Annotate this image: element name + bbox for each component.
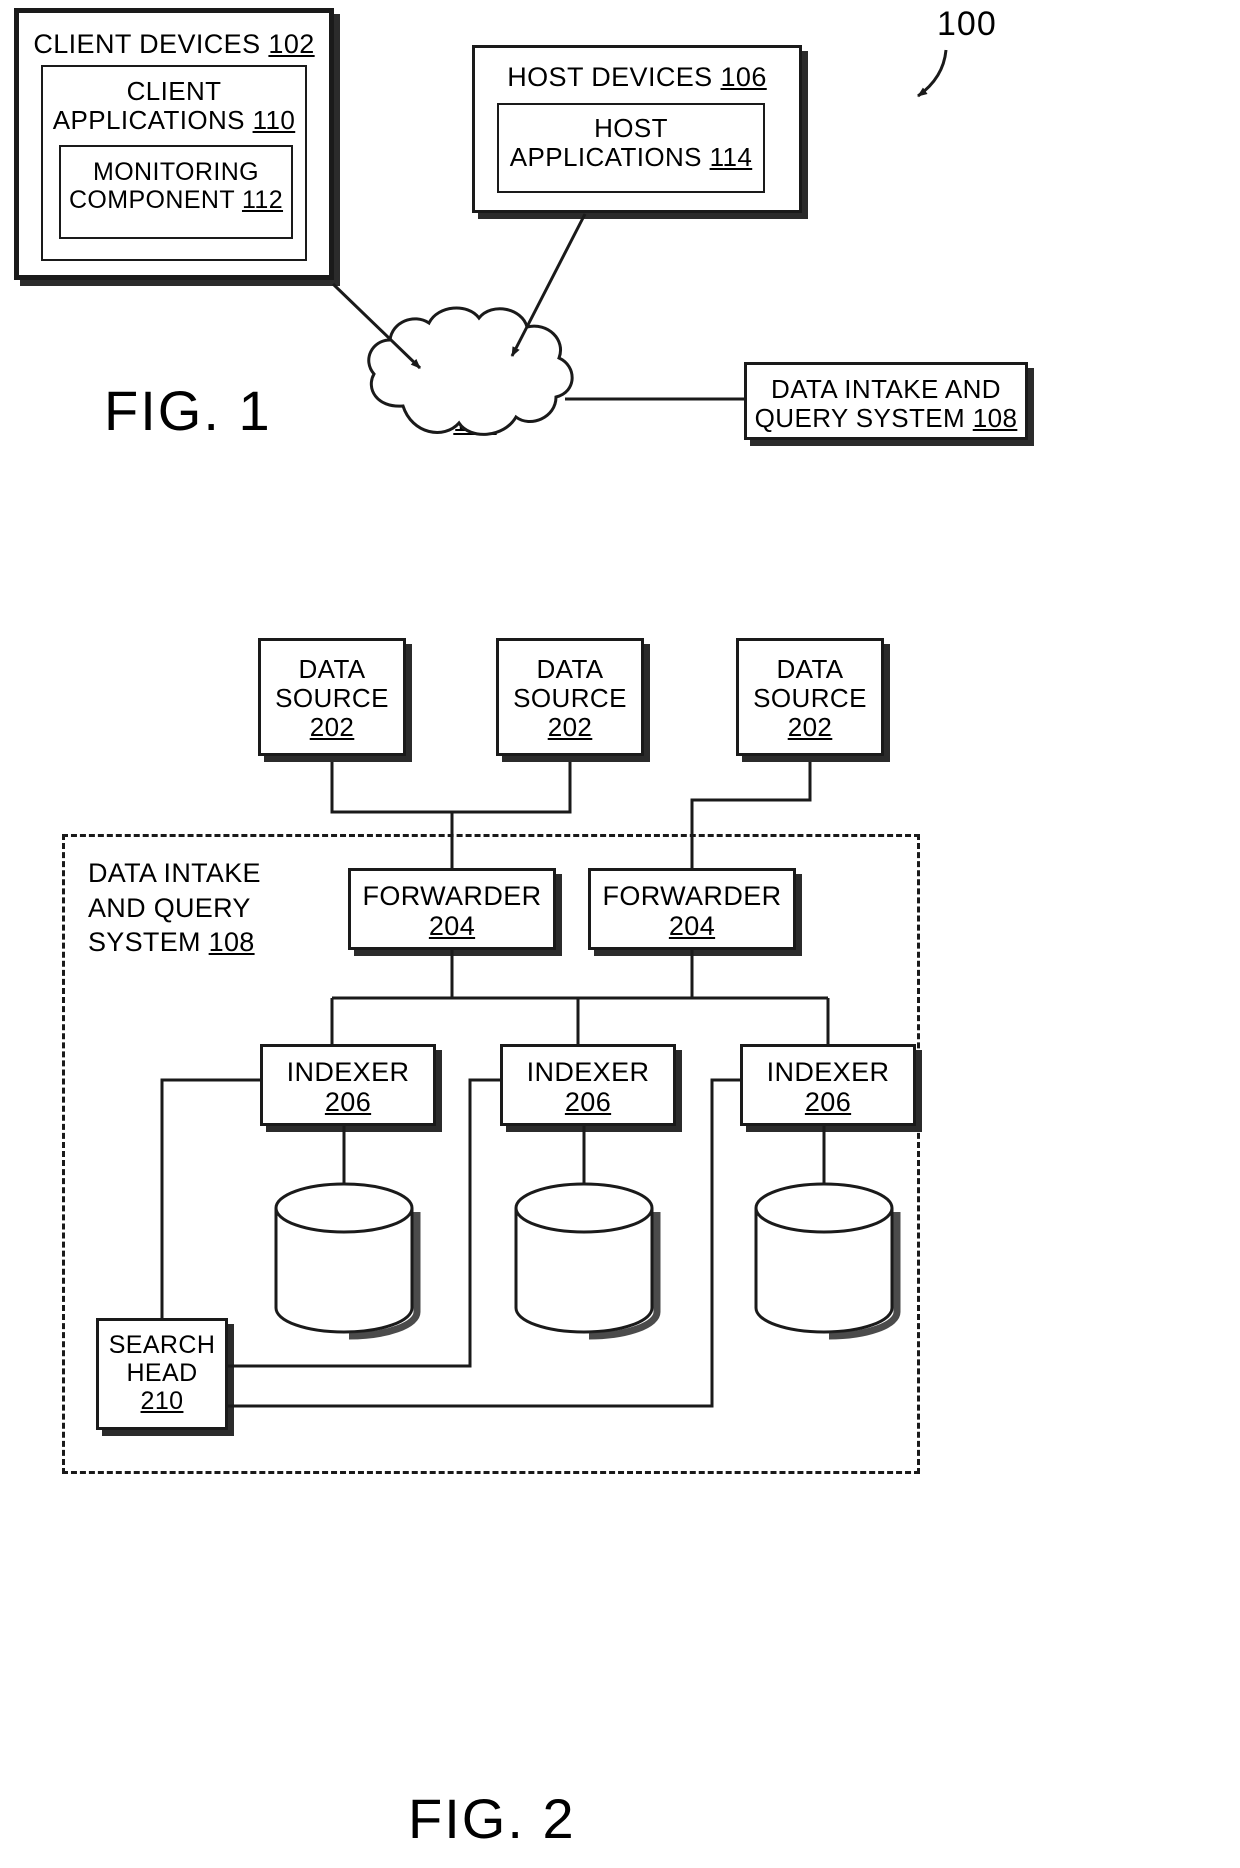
indexer-title: INDEXER xyxy=(526,1057,650,1087)
figure-100-reference: 100 xyxy=(937,5,997,43)
data-source-label: DATA SOURCE 202 xyxy=(739,654,881,743)
host-devices-title-text: HOST DEVICES xyxy=(507,62,713,92)
indexer-title: INDEXER xyxy=(766,1057,890,1087)
dq-line2: QUERY SYSTEM xyxy=(754,403,966,434)
search-head-box: SEARCH HEAD 210 xyxy=(96,1318,228,1430)
data-store-line1: DATA xyxy=(312,1218,376,1246)
networks-title: NETWORKS xyxy=(399,377,551,407)
client-applications-line2: APPLICATIONS xyxy=(52,105,245,136)
data-source-line2: SOURCE xyxy=(753,683,867,714)
host-applications-box: HOST APPLICATIONS 114 xyxy=(497,103,765,193)
data-store-label: DATA STORE 208 xyxy=(516,1218,652,1307)
client-applications-title: CLIENT APPLICATIONS 110 xyxy=(43,76,305,136)
indexer-title: INDEXER xyxy=(286,1057,410,1087)
data-source-line2: SOURCE xyxy=(513,683,627,714)
data-source-box: DATA SOURCE 202 xyxy=(496,638,644,756)
data-source-line1: DATA xyxy=(776,654,844,684)
search-head-line2: HEAD xyxy=(126,1359,198,1387)
client-applications-line1: CLIENT xyxy=(126,76,222,106)
sys-line1: DATA INTAKE xyxy=(88,858,261,888)
monitoring-component-line1: MONITORING xyxy=(92,158,260,186)
dq-line1: DATA INTAKE AND xyxy=(771,374,1001,404)
indexer-box: INDEXER 206 xyxy=(260,1044,436,1126)
indexer-number: 206 xyxy=(564,1087,612,1118)
indexer-label: INDEXER 206 xyxy=(743,1057,913,1117)
sys-line3: SYSTEM xyxy=(88,927,201,958)
data-store-line2: STORE xyxy=(781,1247,867,1276)
dq-number: 108 xyxy=(972,403,1018,434)
indexer-number: 206 xyxy=(324,1087,372,1118)
networks-cloud: NETWORKS 104 xyxy=(360,330,590,490)
search-head-label: SEARCH HEAD 210 xyxy=(99,1331,225,1415)
monitoring-component-line2: COMPONENT xyxy=(68,186,235,214)
data-source-box: DATA SOURCE 202 xyxy=(258,638,406,756)
sys-number: 108 xyxy=(208,927,255,958)
forwarder-box: FORWARDER 204 xyxy=(348,868,556,950)
forwarder-number: 204 xyxy=(668,911,716,942)
data-store-cylinder: DATA STORE 208 xyxy=(756,1186,892,1326)
indexer-label: INDEXER 206 xyxy=(503,1057,673,1117)
data-source-number: 202 xyxy=(309,712,355,743)
forwarder-label: FORWARDER 204 xyxy=(591,881,793,941)
data-source-line1: DATA xyxy=(298,654,366,684)
data-source-box: DATA SOURCE 202 xyxy=(736,638,884,756)
system-boundary-label: DATA INTAKE AND QUERY SYSTEM 108 xyxy=(88,856,318,960)
indexer-number: 206 xyxy=(804,1087,852,1118)
search-head-line1: SEARCH xyxy=(108,1331,216,1359)
data-store-line2: STORE xyxy=(541,1247,627,1276)
data-store-number: 208 xyxy=(323,1277,365,1305)
host-devices-title: HOST DEVICES 106 xyxy=(475,62,799,92)
indexer-box: INDEXER 206 xyxy=(740,1044,916,1126)
data-store-line1: DATA xyxy=(552,1218,616,1246)
data-store-line1: DATA xyxy=(792,1218,856,1246)
host-devices-box: HOST DEVICES 106 HOST APPLICATIONS 114 xyxy=(472,45,802,213)
forwarder-title: FORWARDER xyxy=(362,881,542,911)
client-devices-box: CLIENT DEVICES 102 CLIENT APPLICATIONS 1… xyxy=(14,8,334,280)
client-devices-number: 102 xyxy=(268,29,315,59)
host-applications-line1: HOST xyxy=(594,113,668,143)
data-source-number: 202 xyxy=(547,712,593,743)
data-store-number: 208 xyxy=(803,1277,845,1305)
data-store-cylinder: DATA STORE 208 xyxy=(516,1186,652,1326)
data-store-cylinder: DATA STORE 208 xyxy=(276,1186,412,1326)
data-store-label: DATA STORE 208 xyxy=(756,1218,892,1307)
monitoring-component-number: 112 xyxy=(241,186,284,214)
data-store-number: 208 xyxy=(563,1277,605,1305)
data-intake-query-system-box: DATA INTAKE AND QUERY SYSTEM 108 xyxy=(744,362,1028,440)
monitoring-component-box: MONITORING COMPONENT 112 xyxy=(59,145,293,239)
data-source-line1: DATA xyxy=(536,654,604,684)
client-devices-title-text: CLIENT DEVICES xyxy=(33,29,261,59)
data-intake-query-system-title: DATA INTAKE AND QUERY SYSTEM 108 xyxy=(747,374,1025,434)
forwarder-label: FORWARDER 204 xyxy=(351,881,553,941)
host-devices-number: 106 xyxy=(720,62,767,92)
data-source-label: DATA SOURCE 202 xyxy=(261,654,403,743)
fig2-label: FIG. 2 xyxy=(408,1787,576,1850)
networks-cloud-label: NETWORKS 104 xyxy=(360,377,590,438)
host-applications-title: HOST APPLICATIONS 114 xyxy=(499,113,763,173)
search-head-number: 210 xyxy=(140,1387,184,1415)
data-source-label: DATA SOURCE 202 xyxy=(499,654,641,743)
forwarder-number: 204 xyxy=(428,911,476,942)
data-store-line2: STORE xyxy=(301,1247,387,1276)
data-source-number: 202 xyxy=(787,712,833,743)
ds2-to-fwd1-line xyxy=(452,762,572,814)
client-applications-box: CLIENT APPLICATIONS 110 MONITORING COMPO… xyxy=(41,65,307,261)
forwarder-box: FORWARDER 204 xyxy=(588,868,796,950)
sys-line2: AND QUERY xyxy=(88,892,251,923)
monitoring-component-title: MONITORING COMPONENT 112 xyxy=(61,158,291,214)
patent-figure-sheet: CLIENT DEVICES 102 CLIENT APPLICATIONS 1… xyxy=(0,0,1240,1868)
client-applications-number: 110 xyxy=(252,105,296,136)
fig1-label: FIG. 1 xyxy=(104,379,272,442)
forwarder-title: FORWARDER xyxy=(602,881,782,911)
indexer-box: INDEXER 206 xyxy=(500,1044,676,1126)
data-source-line2: SOURCE xyxy=(275,683,389,714)
indexer-label: INDEXER 206 xyxy=(263,1057,433,1117)
data-store-label: DATA STORE 208 xyxy=(276,1218,412,1307)
host-applications-number: 114 xyxy=(709,142,753,173)
networks-number: 104 xyxy=(453,406,497,437)
client-devices-title: CLIENT DEVICES 102 xyxy=(19,29,329,59)
ref-100-leader-arrow xyxy=(917,49,948,98)
host-applications-line2: APPLICATIONS xyxy=(509,142,702,173)
